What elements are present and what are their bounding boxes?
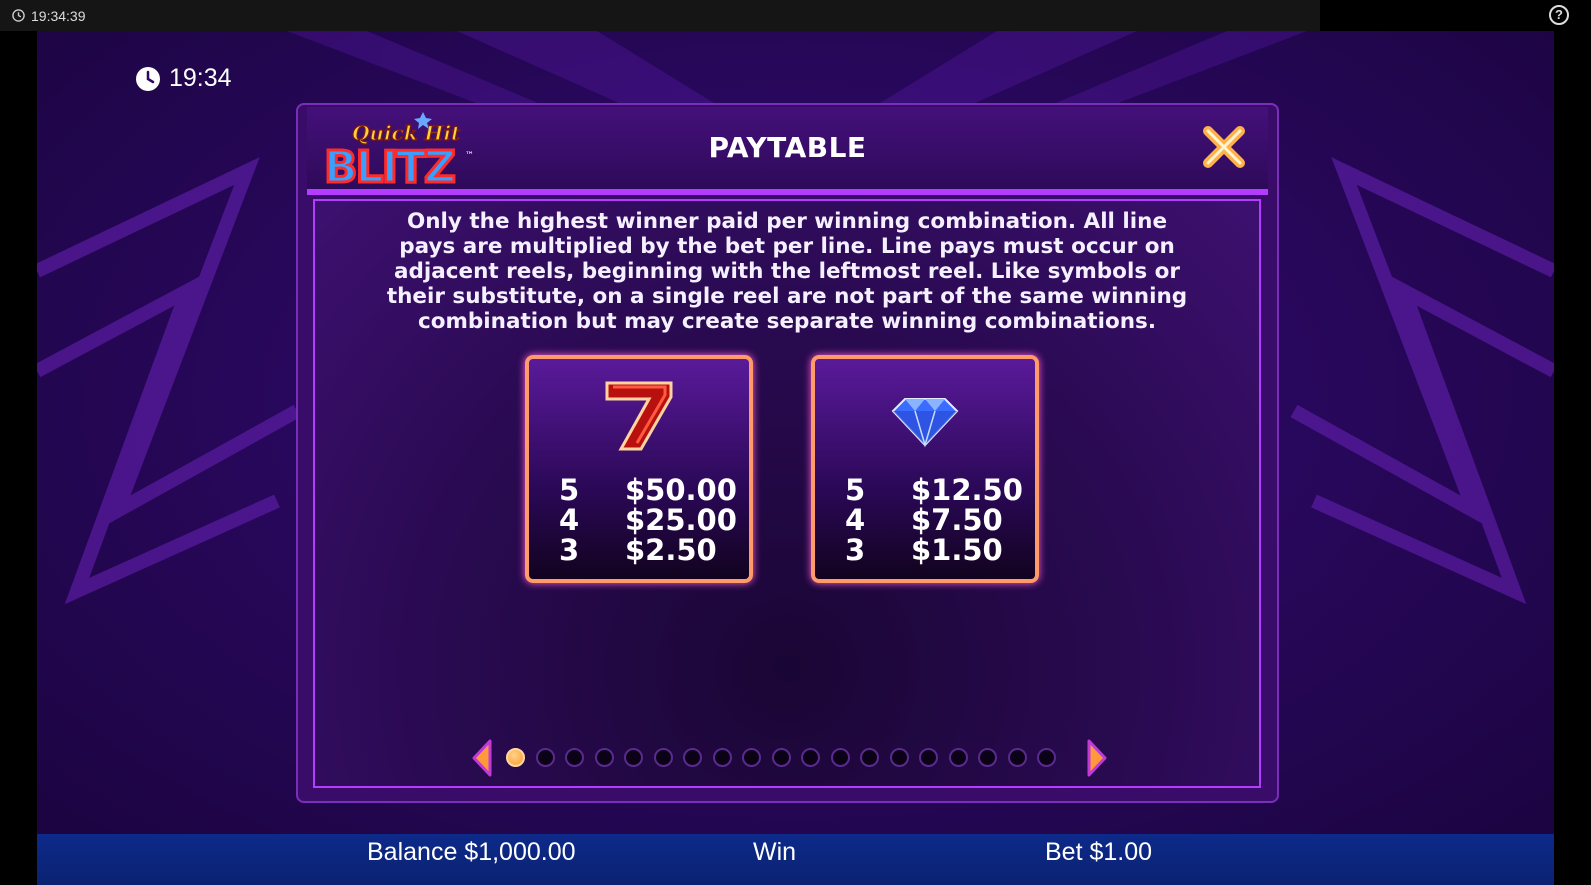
- paytable-description: Only the highest winner paid per winning…: [386, 209, 1188, 334]
- system-bar: 19:34:39: [0, 0, 1320, 31]
- pay-amount: $25.00: [625, 503, 737, 537]
- pay-amount: $12.50: [911, 473, 1023, 507]
- pay-row: 3 $1.50: [845, 535, 1023, 565]
- page-dot[interactable]: [919, 748, 938, 767]
- pay-amount: $7.50: [911, 503, 1003, 537]
- page-dot[interactable]: [535, 748, 555, 767]
- bottom-bar: Balance $1,000.00 Win Bet $1.00: [37, 834, 1554, 885]
- paytable-box-seven: 5 $50.00 4 $25.00 3 $2.50: [525, 355, 753, 583]
- page-dot[interactable]: [594, 748, 614, 767]
- page-dot[interactable]: [742, 748, 761, 767]
- paytable-box-diamond: 5 $12.50 4 $7.50 3 $1.50: [811, 355, 1039, 583]
- arrow-right-icon: [1087, 739, 1107, 777]
- pay-row: 5 $12.50: [845, 475, 1023, 505]
- pay-list: 5 $12.50 4 $7.50 3 $1.50: [845, 475, 1023, 565]
- page-dot[interactable]: [830, 748, 850, 767]
- pay-amount: $2.50: [625, 533, 717, 567]
- pay-count: 5: [845, 473, 866, 507]
- paytable-panel: Quick Hit BLITZ ™ PAYTABLE Only the high…: [296, 103, 1279, 803]
- pay-amount: $1.50: [911, 533, 1003, 567]
- paytable-content: Only the highest winner paid per winning…: [313, 199, 1261, 788]
- page-dot[interactable]: [801, 748, 820, 767]
- page-dot[interactable]: [948, 748, 968, 767]
- page-dot[interactable]: [565, 748, 584, 767]
- win-display: Win: [753, 838, 797, 866]
- page-dots: [506, 748, 1067, 767]
- page-dot[interactable]: [624, 748, 643, 767]
- page-dot[interactable]: [712, 748, 732, 767]
- clock-icon: [136, 66, 160, 91]
- page-dot[interactable]: [889, 748, 909, 767]
- game-clock: 19:34: [135, 64, 232, 93]
- help-icon[interactable]: ?: [1549, 5, 1569, 25]
- pay-list: 5 $50.00 4 $25.00 3 $2.50: [559, 475, 737, 565]
- pay-count: 3: [559, 533, 580, 567]
- pagination: [315, 739, 1259, 779]
- paytable-header: Quick Hit BLITZ ™ PAYTABLE: [307, 107, 1268, 195]
- previous-page-button[interactable]: [470, 739, 494, 777]
- next-page-button[interactable]: [1085, 739, 1109, 777]
- game-stage: 19:34 Quick Hit BLITZ ™ PAYTABLE Only th…: [37, 31, 1554, 846]
- pay-count: 4: [845, 503, 866, 537]
- page-dot[interactable]: [683, 748, 702, 767]
- page-dot[interactable]: [860, 748, 879, 767]
- bet-display: Bet $1.00: [1045, 838, 1153, 866]
- balance-display: Balance $1,000.00: [367, 838, 576, 866]
- arrow-left-icon: [472, 739, 492, 777]
- pay-count: 5: [559, 473, 580, 507]
- pay-amount: $50.00: [625, 473, 737, 507]
- page-dot[interactable]: [653, 748, 673, 767]
- pay-row: 3 $2.50: [559, 535, 737, 565]
- red-seven-icon: [605, 381, 673, 451]
- pay-count: 3: [845, 533, 866, 567]
- page-dot[interactable]: [506, 748, 525, 767]
- page-title: PAYTABLE: [708, 131, 867, 164]
- page-dot[interactable]: [1037, 748, 1056, 767]
- pay-row: 4 $7.50: [845, 505, 1023, 535]
- clock-icon: [12, 9, 25, 22]
- diamond-icon: [891, 398, 959, 448]
- page-dot[interactable]: [1007, 748, 1027, 767]
- close-button[interactable]: [1202, 125, 1246, 169]
- system-time: 19:34:39: [31, 7, 86, 24]
- pay-row: 5 $50.00: [559, 475, 737, 505]
- page-dot[interactable]: [771, 748, 791, 767]
- pay-count: 4: [559, 503, 580, 537]
- page-dot[interactable]: [978, 748, 997, 767]
- close-icon: [1203, 126, 1245, 168]
- game-clock-time: 19:34: [169, 64, 232, 92]
- pay-row: 4 $25.00: [559, 505, 737, 535]
